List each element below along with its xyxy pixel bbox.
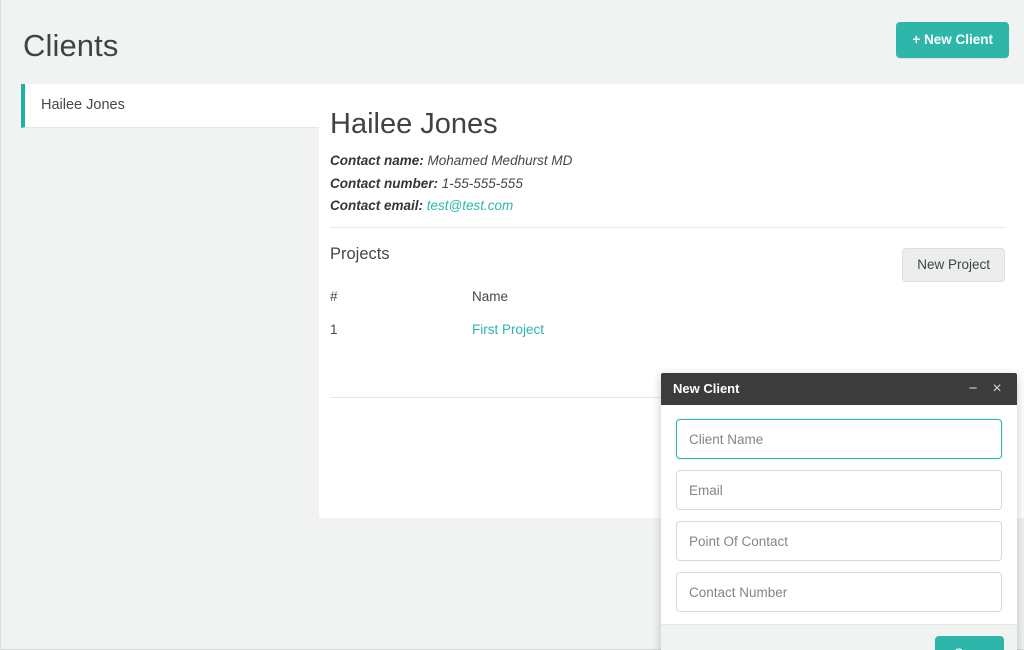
page-header: Clients + New Client — [1, 0, 1024, 79]
projects-table-header-row: # Name — [330, 289, 1005, 322]
detail-divider-top — [330, 227, 1005, 228]
table-row: 1 First Project — [330, 322, 1005, 351]
contact-number-label: Contact number: — [330, 176, 438, 191]
contact-number-input[interactable] — [676, 572, 1002, 612]
contact-email-label: Contact email: — [330, 198, 423, 213]
contact-email-row: Contact email: test@test.com — [330, 195, 572, 218]
client-detail-name: Hailee Jones — [330, 106, 498, 142]
contact-number-row: Contact number: 1-55-555-555 — [330, 173, 572, 196]
projects-heading: Projects — [330, 245, 390, 264]
new-client-button[interactable]: + New Client — [896, 22, 1009, 58]
projects-row-name-cell: First Project — [472, 322, 1005, 351]
minimize-icon[interactable]: − — [963, 378, 983, 400]
contact-number-value: 1-55-555-555 — [442, 176, 523, 191]
projects-row-number: 1 — [330, 322, 472, 351]
projects-table-col-name: Name — [472, 289, 1005, 322]
modal-footer: Save — [661, 624, 1017, 650]
contact-details: Contact name: Mohamed Medhurst MD Contac… — [330, 150, 572, 218]
close-icon[interactable]: × — [987, 378, 1007, 400]
client-list-item-label: Hailee Jones — [41, 97, 125, 113]
new-project-button[interactable]: New Project — [902, 248, 1005, 282]
contact-name-value: Mohamed Medhurst MD — [428, 153, 573, 168]
contact-email-link[interactable]: test@test.com — [427, 198, 513, 213]
save-button[interactable]: Save — [935, 636, 1004, 650]
client-name-input[interactable] — [676, 419, 1002, 459]
email-input[interactable] — [676, 470, 1002, 510]
projects-table-col-number: # — [330, 289, 472, 322]
point-of-contact-input[interactable] — [676, 521, 1002, 561]
modal-body — [661, 405, 1017, 624]
projects-table: # Name 1 First Project — [330, 289, 1005, 351]
page-title: Clients — [23, 26, 118, 66]
new-client-modal: New Client − × Save — [661, 373, 1017, 650]
client-list-item-hailee-jones[interactable]: Hailee Jones — [21, 84, 321, 128]
contact-name-row: Contact name: Mohamed Medhurst MD — [330, 150, 572, 173]
modal-header: New Client − × — [661, 373, 1017, 405]
modal-title: New Client — [673, 381, 739, 396]
contact-name-label: Contact name: — [330, 153, 424, 168]
project-link-first-project[interactable]: First Project — [472, 322, 544, 337]
client-list: Hailee Jones — [21, 84, 321, 128]
app-root: Clients + New Client Hailee Jones Hailee… — [0, 0, 1024, 650]
